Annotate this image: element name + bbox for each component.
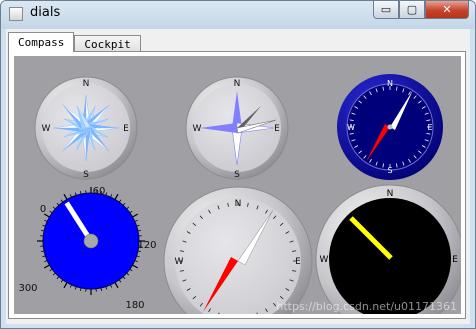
tick-label-180: 180 (125, 300, 144, 311)
label-west: W (193, 124, 202, 134)
speedo-dial[interactable]: 0 60 120 180 240 300 (18, 186, 156, 328)
compass-rose-icon (52, 94, 120, 162)
label-north: N (234, 79, 241, 89)
dials-canvas: N S W E N S W E N S W E 0 60 120 180 300… (18, 74, 465, 328)
tab-bar: Compass Cockpit (8, 32, 141, 52)
close-button[interactable]: ✕ (425, 1, 469, 19)
tick-label-0: 0 (40, 204, 46, 215)
label-east: E (123, 124, 129, 134)
label-east: E (295, 257, 301, 267)
close-icon: ✕ (442, 3, 452, 16)
compass-blue-dial[interactable]: N S W E (337, 74, 443, 180)
compass-large-dial[interactable]: N S W E (163, 186, 313, 328)
minimize-button[interactable]: ▭ (373, 1, 399, 19)
window-title: dials (30, 5, 61, 20)
tab-compass[interactable]: Compass (8, 32, 75, 52)
app-icon (9, 7, 23, 21)
label-east: E (274, 124, 280, 134)
title-bar[interactable]: dials ▭ ▢ ✕ (1, 1, 475, 29)
dial-area: N S W E N S W E N S W E 0 60 120 180 300… (14, 56, 465, 328)
client-area: Compass Cockpit N S W E N S W E N S W E … (6, 29, 470, 328)
label-north: N (387, 189, 394, 199)
tick-label-300: 300 (18, 283, 37, 294)
label-north: N (83, 79, 90, 89)
app-window: dials ▭ ▢ ✕ Compass Cockpit N S W E N S … (0, 0, 476, 329)
label-west: W (42, 124, 51, 134)
caption-buttons: ▭ ▢ ✕ (373, 1, 469, 21)
needle-hub (83, 233, 99, 249)
label-east: E (427, 123, 432, 132)
compass-needle-dial[interactable]: N S W E (185, 76, 289, 180)
label-south: S (387, 166, 392, 175)
tick-label-120: 120 (137, 240, 156, 251)
compass-tab-panel: N S W E N S W E N S W E 0 60 120 180 300… (8, 51, 466, 328)
maximize-button[interactable]: ▢ (399, 1, 425, 19)
label-north: N (235, 199, 242, 209)
compass-black-dial[interactable]: N S W E (315, 184, 465, 328)
label-south: S (234, 170, 240, 180)
compass-rose-dial[interactable]: N S W E (34, 76, 138, 180)
maximize-icon: ▢ (406, 3, 418, 16)
label-east: E (452, 255, 458, 265)
label-west: W (175, 257, 184, 267)
label-north: N (387, 79, 393, 88)
watermark-text: https://blog.csdn.net/u01171361 (276, 300, 457, 313)
tab-cockpit[interactable]: Cockpit (74, 35, 141, 52)
minimize-icon: ▭ (380, 3, 392, 16)
label-west: W (320, 255, 329, 265)
label-west: W (347, 123, 355, 132)
label-south: S (83, 170, 89, 180)
tick-label-60: 60 (93, 186, 106, 197)
